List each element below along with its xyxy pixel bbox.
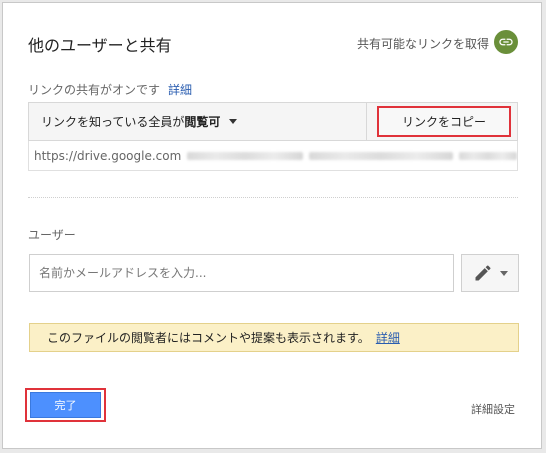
get-shareable-link-button[interactable]: 共有可能なリンクを取得 [357,35,489,52]
section-divider [28,197,518,198]
redacted-url-segment [308,151,454,160]
permission-dropdown-button[interactable] [461,254,519,292]
share-url-text: https://drive.google.com [34,148,182,163]
done-button[interactable]: 完了 [30,392,101,418]
link-sharing-detail-link[interactable]: 詳細 [168,83,192,97]
link-access-dropdown[interactable]: リンクを知っている全員が 閲覧可 [29,103,367,140]
redacted-url-segment [459,151,517,160]
link-icon-glyph [499,38,513,46]
access-prefix: リンクを知っている全員が [41,115,185,129]
link-sharing-status: リンクの共有がオンです 詳細 [28,81,192,98]
pencil-icon [475,265,491,281]
chevron-down-icon [229,119,238,124]
access-level: 閲覧可 [184,115,221,129]
share-url-field[interactable]: https://drive.google.com [28,141,518,171]
copy-link-button[interactable]: リンクをコピー [377,106,511,137]
link-access-row: リンクを知っている全員が 閲覧可 リンクをコピー [28,102,518,141]
commenter-notice: このファイルの閲覧者にはコメントや提案も表示されます。 詳細 [29,323,519,352]
commenter-notice-detail-link[interactable]: 詳細 [376,329,400,346]
redacted-url-segment [187,151,303,160]
share-dialog: 他のユーザーと共有 共有可能なリンクを取得 リンクの共有がオンです 詳細 リンクを… [2,2,542,449]
commenter-notice-text: このファイルの閲覧者にはコメントや提案も表示されます。 [47,331,370,345]
users-label: ユーザー [28,228,76,242]
people-input[interactable] [29,254,454,292]
chevron-down-icon [499,270,508,276]
advanced-settings-link[interactable]: 詳細設定 [471,401,515,417]
link-sharing-status-text: リンクの共有がオンです [28,83,161,97]
dialog-title: 他のユーザーと共有 [28,36,172,55]
link-icon[interactable] [494,30,518,54]
